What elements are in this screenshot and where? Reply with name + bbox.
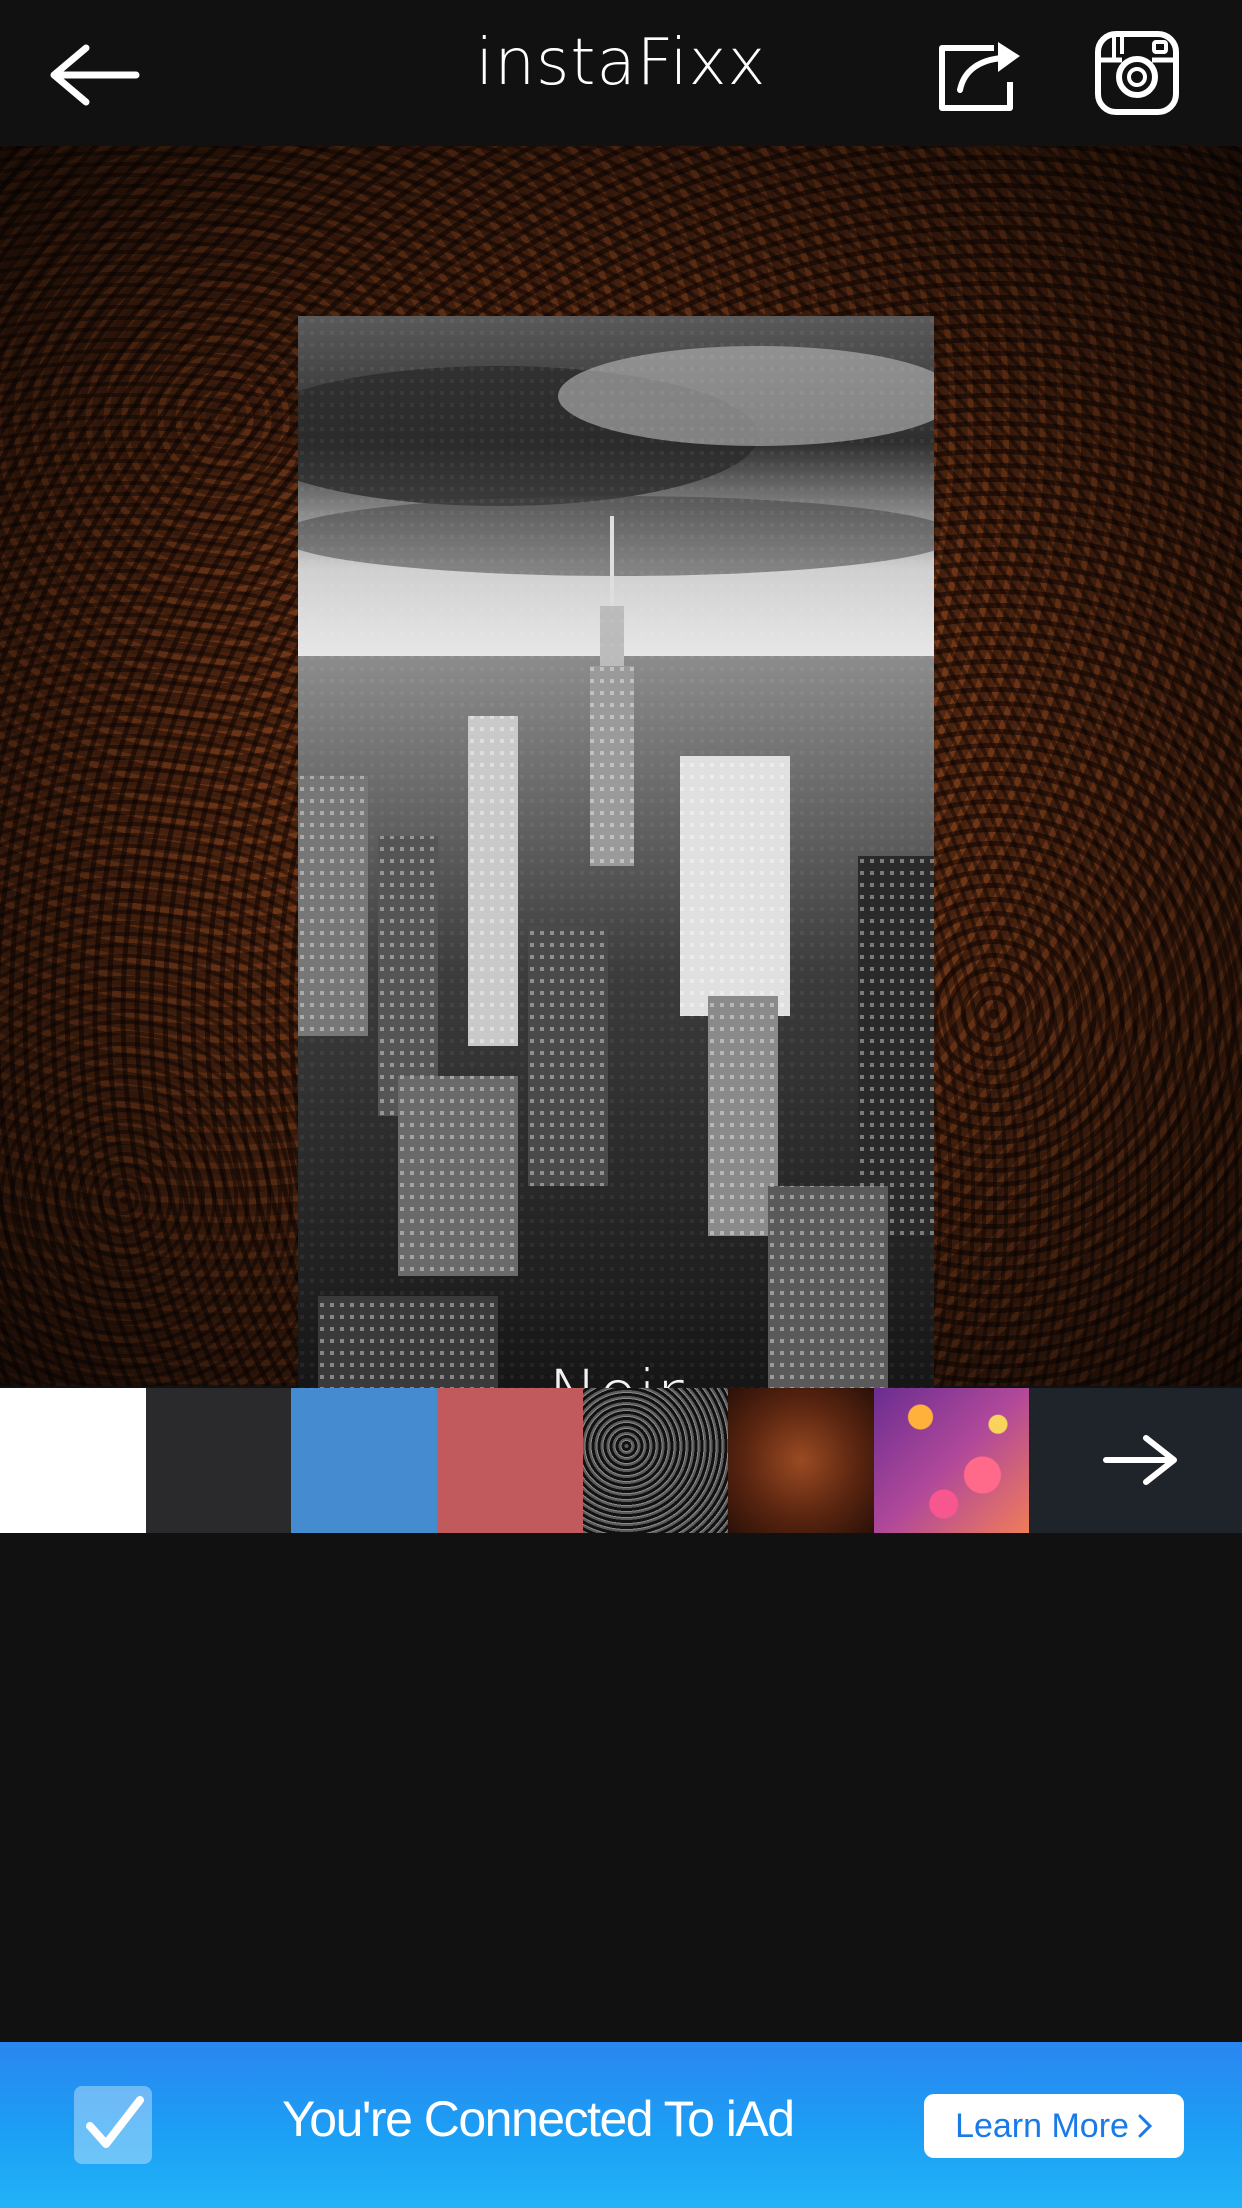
checkmark-badge [74, 2086, 152, 2164]
top-bar: instaFixx [0, 0, 1242, 146]
swatch-dark-gray[interactable] [146, 1388, 291, 1533]
swatch-white[interactable] [0, 1388, 146, 1533]
checkmark-icon [86, 2096, 144, 2148]
chevron-right-icon [1138, 2114, 1153, 2138]
ad-message: You're Connected To iAd [282, 2091, 795, 2147]
photo-preview[interactable]: Noir [298, 316, 934, 1446]
arrow-right-icon[interactable] [1100, 1430, 1180, 1490]
learn-more-button[interactable]: Learn More [924, 2094, 1184, 2158]
swatch-bokeh-texture[interactable] [874, 1388, 1029, 1533]
city-photo [298, 316, 934, 1446]
share-icon[interactable] [936, 34, 1026, 114]
swatch-gray-texture[interactable] [583, 1388, 728, 1533]
swatch-rust-texture[interactable] [728, 1388, 874, 1533]
instagram-icon[interactable] [1094, 30, 1180, 116]
swatch-red[interactable] [437, 1388, 583, 1533]
learn-more-label: Learn More [955, 2106, 1129, 2145]
iad-banner[interactable]: You're Connected To iAd Learn More [0, 2042, 1242, 2208]
swatch-blue[interactable] [291, 1388, 437, 1533]
app-title: instaFixx [475, 26, 767, 100]
background-swatch-strip [0, 1388, 1242, 1533]
editor-canvas: Noir [0, 146, 1242, 1520]
